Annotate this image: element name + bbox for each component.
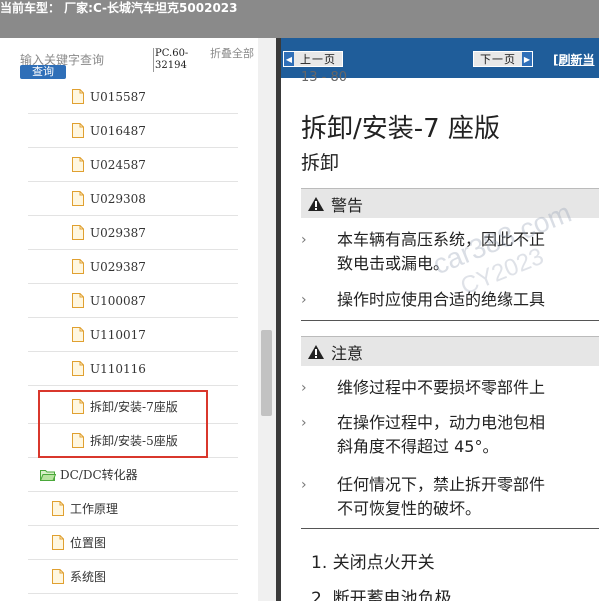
caution-item: › 维修过程中不要损坏零部件上 <box>301 376 599 402</box>
document-icon <box>52 501 64 516</box>
document-icon <box>72 123 84 138</box>
tree-item-label: U110017 <box>90 327 146 342</box>
caution-item: › 在操作过程中，动力电池包相 斜角度不得超过 45°。 <box>301 413 546 456</box>
tree-item[interactable]: U015587 <box>28 80 238 114</box>
page-title: 拆卸/安装-7 座版 <box>301 114 500 144</box>
right-panel: ◀ 上一页 下一页 ▶ [刷新当 13 - 80 拆卸/安装-7 座版 拆卸 警… <box>281 38 599 601</box>
tree-item[interactable]: U100087 <box>28 284 238 318</box>
tree-item-label: U016487 <box>90 123 146 138</box>
refresh-link[interactable]: [刷新当 <box>553 51 595 68</box>
bullet-chevron-icon: › <box>301 292 307 308</box>
step-item: 1. 关闭点火开关 <box>311 553 435 573</box>
tree-item[interactable]: 工作原理 <box>28 492 238 526</box>
document-icon <box>52 569 64 584</box>
warning-item: › 操作时应使用合适的绝缘工具 <box>301 288 599 314</box>
tree-item-label: U110116 <box>90 361 146 376</box>
tree-item-label: U015587 <box>90 89 146 104</box>
left-scrollbar[interactable] <box>258 38 276 601</box>
document-icon <box>72 293 84 308</box>
divider <box>301 320 599 321</box>
tree-item-label: U029308 <box>90 191 146 206</box>
document-icon <box>72 327 84 342</box>
warning-icon <box>308 196 324 211</box>
left-panel: 输入关键字查询 查询 PC.60-32194 折叠全部 U015587 U016… <box>0 38 276 601</box>
document-content: 13 - 80 拆卸/安装-7 座版 拆卸 警告 › 本车辆有高压系统，因此不正… <box>281 70 599 601</box>
bullet-chevron-icon: › <box>301 232 307 248</box>
arrow-right-icon: ▶ <box>522 52 532 66</box>
tree-folder-dcdc-converter[interactable]: DC/DC转化器 <box>28 458 238 492</box>
document-icon <box>72 225 84 240</box>
collapse-all-button[interactable]: 折叠全部 <box>210 48 254 60</box>
tree-item[interactable]: U029387 <box>28 250 238 284</box>
section-title: 拆卸 <box>301 152 340 174</box>
tree-item[interactable]: U016487 <box>28 114 238 148</box>
tree-item-label: U029387 <box>90 259 146 274</box>
tree-item-disassembly-7-seat[interactable]: 拆卸/安装-7座版 <box>28 390 238 424</box>
tree-item-label: 位置图 <box>70 536 107 550</box>
tree-item[interactable]: 系统图 <box>28 560 238 594</box>
scroll-thumb[interactable] <box>261 330 272 416</box>
document-icon <box>52 535 64 550</box>
caution-item: › 任何情况下，禁止拆开零部件 不可恢复性的破坏。 <box>301 475 546 518</box>
tree-item-label: U029387 <box>90 225 146 240</box>
tree-item-label: U100087 <box>90 293 146 308</box>
tree-item[interactable]: U110017 <box>28 318 238 352</box>
document-icon <box>72 89 84 104</box>
tree-item-label: U024587 <box>90 157 146 172</box>
tree-item-label: 工作原理 <box>70 502 119 516</box>
document-icon <box>72 259 84 274</box>
next-page-button[interactable]: 下一页 ▶ <box>473 51 533 67</box>
tree-item[interactable]: U029387 <box>28 216 238 250</box>
caution-icon <box>308 344 324 359</box>
tree-item[interactable]: U024587 <box>28 148 238 182</box>
tree-item-disassembly-5-seat[interactable]: 拆卸/安装-5座版 <box>28 424 238 458</box>
search-button[interactable]: 查询 <box>20 65 66 79</box>
document-icon <box>72 399 84 414</box>
tree-item-label: 拆卸/安装-7座版 <box>90 400 178 414</box>
top-bar: 当前车型： 厂家:C-长城汽车坦克5002023 <box>0 0 599 38</box>
prev-page-button[interactable]: ◀ 上一页 <box>283 51 343 67</box>
pc-code: PC.60-32194 <box>153 48 193 72</box>
folder-open-icon <box>40 470 56 481</box>
arrow-left-icon: ◀ <box>284 52 294 66</box>
bullet-chevron-icon: › <box>301 415 307 431</box>
tree-item-label: 拆卸/安装-5座版 <box>90 434 178 448</box>
bullet-chevron-icon: › <box>301 477 307 493</box>
caution-header: 注意 <box>301 336 599 366</box>
tree-folder-label: DC/DC转化器 <box>60 468 138 482</box>
document-icon <box>72 191 84 206</box>
tree-item[interactable]: 位置图 <box>28 526 238 560</box>
document-icon <box>72 361 84 376</box>
tree-item[interactable]: U110116 <box>28 352 238 386</box>
tree-item-label: 系统图 <box>70 570 107 584</box>
step-item: 2. 断开蓄电池负极 <box>311 589 452 601</box>
current-model-title: 当前车型： 厂家:C-长城汽车坦克5002023 <box>0 1 238 15</box>
document-icon <box>72 433 84 448</box>
page-number: 13 - 80 <box>301 70 348 85</box>
divider <box>301 528 599 529</box>
document-icon <box>72 157 84 172</box>
bullet-chevron-icon: › <box>301 380 307 396</box>
tree-item[interactable]: U029308 <box>28 182 238 216</box>
